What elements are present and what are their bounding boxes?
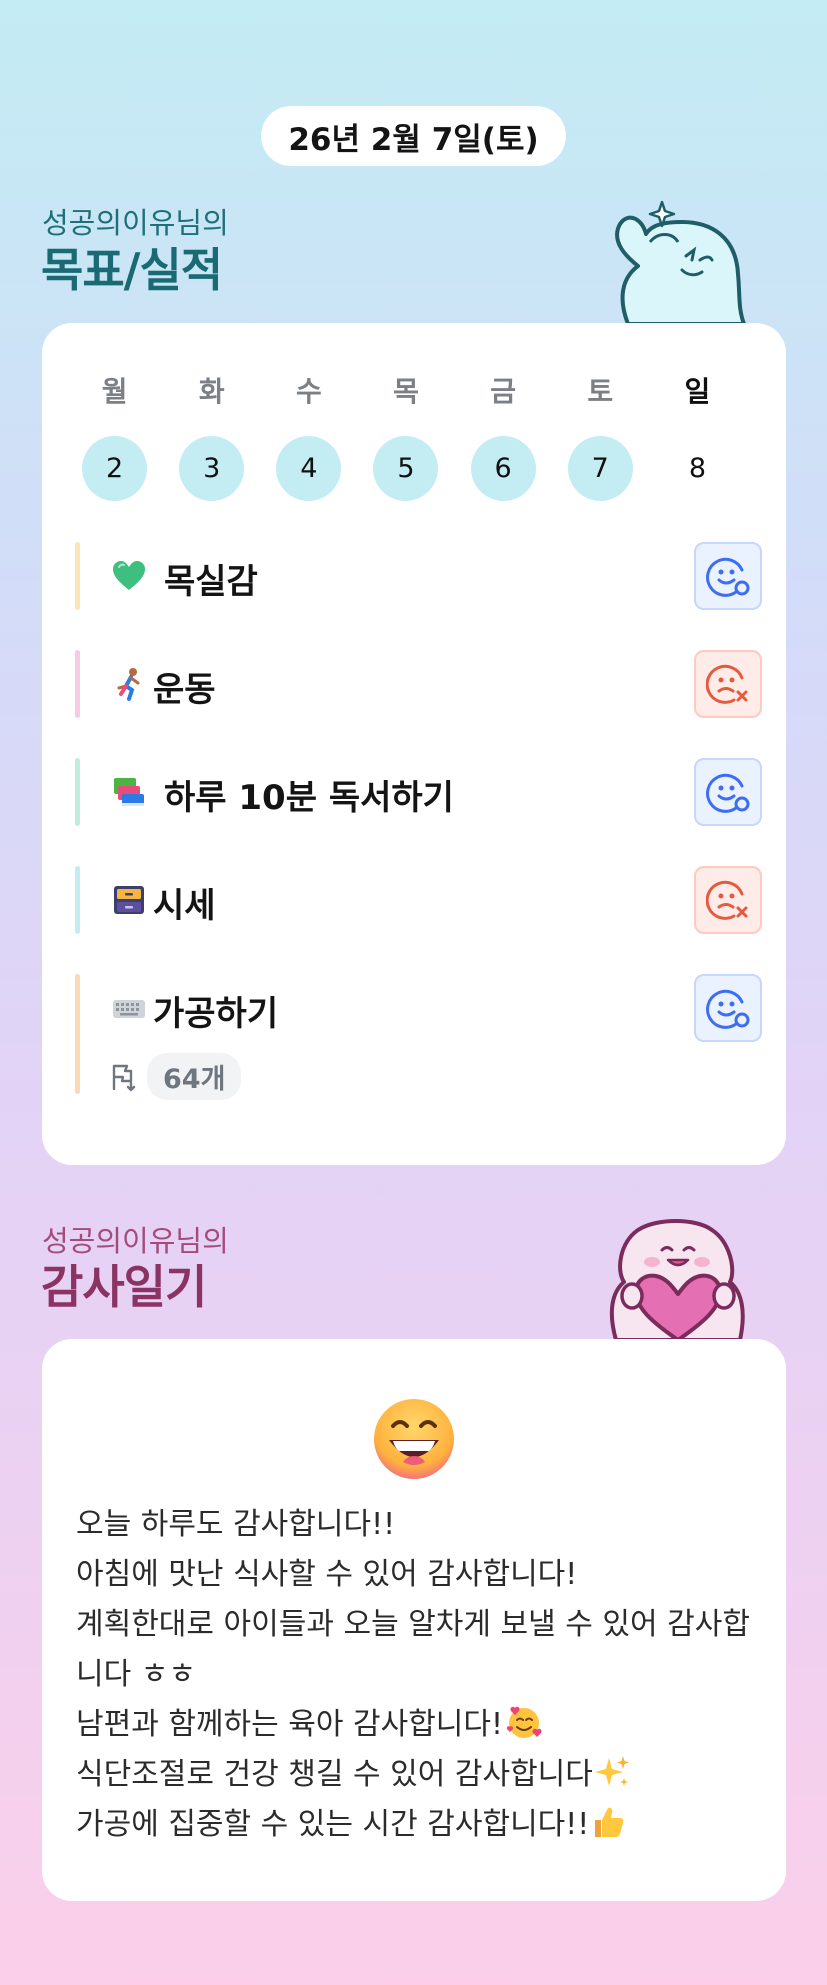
weekday-label: 목 (393, 375, 419, 408)
goal-color-bar (75, 542, 80, 610)
goal-label: 하루 10분 독서하기 (164, 778, 454, 818)
goal-item[interactable]: 운동 (75, 650, 762, 718)
goal-label: 가공하기 (153, 994, 279, 1034)
date-label: 26년 2월 7일(토) (288, 121, 539, 158)
weekday-label: 금 (490, 375, 517, 408)
gratitude-line: 가공에 집중할 수 있는 시간 감사합니다!! (76, 1800, 766, 1850)
day-number: 3 (179, 436, 245, 501)
day-number: 5 (373, 436, 439, 501)
gratitude-line: 남편과 함께하는 육아 감사합니다! (76, 1700, 766, 1750)
goal-status-button[interactable] (694, 866, 762, 934)
weekday-label: 화 (198, 375, 225, 408)
goal-color-bar (75, 866, 80, 934)
day-cell[interactable]: 7 (552, 436, 649, 501)
day-number: 8 (688, 453, 706, 484)
goal-label: 목실감 (164, 562, 258, 602)
fail-face-icon (706, 664, 748, 704)
success-face-icon (706, 557, 750, 597)
day-cell[interactable]: 4 (260, 436, 357, 501)
runner-icon (117, 668, 140, 701)
gratitude-text: 오늘 하루도 감사합니다!! 아침에 맛난 식사할 수 있어 감사합니다! 계획… (76, 1500, 766, 1850)
success-face-icon (706, 773, 750, 813)
file-cabinet-icon (114, 886, 144, 914)
goal-label: 시세 (153, 886, 216, 926)
gratitude-line: 계획한대로 아이들과 오늘 알차게 보낼 수 있어 감사합니다 ㅎㅎ (76, 1607, 750, 1692)
goal-item[interactable]: 시세 (75, 866, 762, 934)
weekday-label: 월 (101, 375, 128, 408)
sparkles-icon (594, 1756, 629, 1786)
day-number: 6 (470, 436, 536, 501)
week-calendar: 월 화 수 목 금 토 일 2 3 4 5 6 7 8 (66, 370, 746, 501)
day-number: 2 (82, 436, 148, 501)
day-cell[interactable]: 5 (357, 436, 454, 501)
weekday-label: 일 (684, 375, 711, 408)
success-face-icon (706, 989, 750, 1029)
goal-color-bar (75, 974, 80, 1094)
flag-icon (112, 1064, 136, 1091)
day-cell[interactable]: 6 (455, 436, 552, 501)
weekday-label: 토 (587, 375, 614, 408)
goal-status-button[interactable] (694, 974, 762, 1042)
goal-label: 운동 (153, 670, 216, 710)
gratitude-line: 오늘 하루도 감사합니다!! (76, 1507, 396, 1542)
gratitude-line: 식단조절로 건강 챙길 수 있어 감사합니다 (76, 1750, 766, 1800)
count-badge: 64개 (147, 1053, 242, 1100)
day-cell[interactable]: 2 (66, 436, 163, 501)
goals-mascot-icon (615, 200, 746, 324)
goal-status-button[interactable] (694, 758, 762, 826)
goal-status-button[interactable] (694, 542, 762, 610)
goal-item[interactable]: 목실감 (75, 542, 762, 610)
gratitude-mascot-icon (609, 1219, 745, 1340)
day-number: 4 (276, 436, 342, 501)
gratitude-line: 아침에 맛난 식사할 수 있어 감사합니다! (76, 1557, 578, 1592)
goal-counter: 64개 (109, 1053, 242, 1100)
keyboard-icon (113, 1000, 145, 1018)
fail-face-icon (706, 880, 748, 920)
date-pill[interactable]: 26년 2월 7일(토) (261, 106, 566, 166)
goal-color-bar (75, 650, 80, 718)
goal-color-bar (75, 758, 80, 826)
day-cell[interactable]: 3 (163, 436, 260, 501)
goals-title: 목표/실적 (41, 243, 223, 297)
books-icon (114, 778, 144, 806)
day-number: 7 (567, 436, 633, 501)
gratitude-title: 감사일기 (41, 1260, 207, 1314)
green-heart-icon (113, 561, 145, 590)
goal-item[interactable]: 하루 10분 독서하기 (75, 758, 762, 826)
smiling-hearts-icon (506, 1706, 542, 1738)
goal-status-button[interactable] (694, 650, 762, 718)
day-cell[interactable]: 8 (649, 436, 746, 501)
weekday-label: 수 (295, 375, 322, 408)
grinning-face-icon (374, 1399, 454, 1479)
thumbs-up-icon (595, 1807, 624, 1837)
